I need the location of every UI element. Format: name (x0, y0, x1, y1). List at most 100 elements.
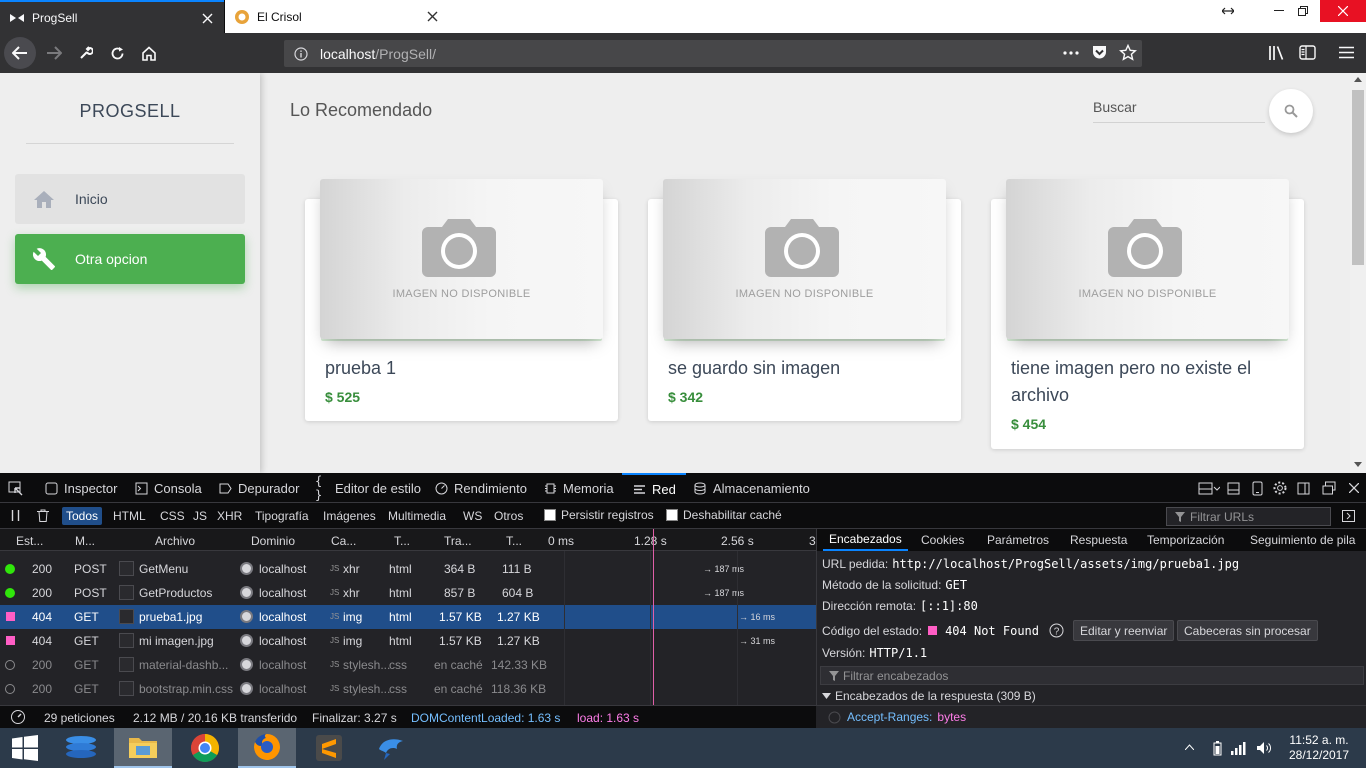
pocket-icon[interactable] (1091, 44, 1108, 61)
product-name[interactable]: tiene imagen pero no existe el archivo (1011, 355, 1291, 409)
volume-icon[interactable] (1257, 741, 1273, 755)
toggle-details-icon[interactable] (1342, 510, 1355, 522)
back-button[interactable] (4, 37, 36, 69)
filter-multimedia[interactable]: Multimedia (384, 507, 450, 525)
filter-todos[interactable]: Todos (62, 507, 103, 525)
response-headers-section[interactable]: Encabezados de la respuesta (309 B) (822, 689, 1036, 703)
column-status[interactable]: Est... (16, 534, 43, 548)
settings-gear-icon[interactable] (1273, 481, 1287, 495)
product-card[interactable]: IMAGEN NO DISPONIBLE se guardo sin image… (648, 179, 961, 421)
taskview-icon[interactable] (52, 728, 110, 768)
checkbox-box[interactable] (666, 509, 678, 521)
battery-icon[interactable] (1213, 741, 1222, 756)
column-file[interactable]: Archivo (155, 534, 195, 548)
firefox-icon[interactable] (238, 728, 296, 768)
home-icon[interactable] (133, 37, 165, 69)
help-icon[interactable]: ? (1049, 623, 1064, 638)
scrollbar-thumb[interactable] (1352, 90, 1364, 265)
product-name[interactable]: se guardo sin imagen (668, 355, 948, 382)
checkbox-box[interactable] (544, 509, 556, 521)
responsive-design-icon[interactable] (1252, 481, 1263, 496)
filter-css[interactable]: CSS (156, 507, 189, 525)
filter-imagenes[interactable]: Imágenes (319, 507, 380, 525)
page-actions-icon[interactable] (1062, 45, 1080, 61)
product-name[interactable]: prueba 1 (325, 355, 605, 382)
search-input[interactable]: Buscar (1093, 95, 1265, 123)
filter-tipografia[interactable]: Tipografía (251, 507, 313, 525)
app-icon[interactable] (362, 728, 420, 768)
library-icon[interactable] (1268, 45, 1285, 61)
chrome-icon[interactable] (176, 728, 234, 768)
raw-headers-button[interactable]: Cabeceras sin procesar (1177, 620, 1318, 641)
tab-encabezados[interactable]: Encabezados (823, 529, 908, 551)
site-info-icon[interactable] (294, 46, 308, 61)
tab-memoria[interactable]: Memoria (543, 473, 614, 503)
column-cause[interactable]: Ca... (331, 534, 356, 548)
tab-editor-de-estilo[interactable]: { } Editor de estilo (315, 473, 421, 503)
split-console-icon[interactable] (1227, 482, 1240, 495)
tab-consola[interactable]: Consola (134, 473, 202, 503)
browser-tab-el-crisol[interactable]: El Crisol (225, 0, 449, 33)
chevron-up-icon[interactable] (1185, 744, 1194, 750)
product-card[interactable]: IMAGEN NO DISPONIBLE tiene imagen pero n… (991, 179, 1304, 449)
tab-rendimiento[interactable]: Rendimiento (434, 473, 527, 503)
close-tab-icon[interactable] (425, 9, 439, 23)
menu-icon[interactable] (1339, 46, 1354, 59)
trash-icon[interactable] (37, 509, 49, 522)
scroll-up-icon[interactable] (1354, 77, 1362, 82)
bookmark-star-icon[interactable] (1119, 44, 1137, 61)
tab-respuesta[interactable]: Respuesta (1070, 529, 1127, 551)
sidebar-item-otra-opcion[interactable]: Otra opcion (15, 234, 245, 284)
filter-xhr[interactable]: XHR (213, 507, 246, 525)
start-button[interactable] (0, 728, 50, 768)
separate-window-icon[interactable] (1322, 481, 1336, 495)
filter-headers-input[interactable]: Filtrar encabezados (820, 666, 1364, 685)
system-clock[interactable]: 11:52 a. m. 28/12/2017 (1285, 733, 1353, 763)
request-row[interactable]: 404 GET mi imagen.jpg localhost JS img html 1.5… (0, 629, 816, 653)
resize-icon[interactable] (1205, 0, 1251, 22)
tab-red[interactable]: Red (622, 473, 686, 503)
column-size[interactable]: T... (506, 534, 522, 548)
request-row[interactable]: 404 GET prueba1.jpg localhost JS img html 1.57 … (0, 605, 816, 629)
brand-logo-text[interactable]: PROGSELL (0, 101, 260, 122)
tab-temporizacion[interactable]: Temporización (1147, 529, 1224, 551)
request-row[interactable]: 200 GET bootstrap.min.css localhost JS styles… (0, 677, 816, 701)
column-type[interactable]: T... (394, 534, 410, 548)
request-row[interactable]: 200 POST GetProductos localhost JS xhr html 857… (0, 581, 816, 605)
filter-otros[interactable]: Otros (490, 507, 527, 525)
reload-icon[interactable] (101, 37, 133, 69)
filter-js[interactable]: JS (189, 507, 211, 525)
dock-side-icon[interactable] (1297, 482, 1310, 495)
tab-parametros[interactable]: Parámetros (987, 529, 1049, 551)
sidebar-item-inicio[interactable]: Inicio (15, 174, 245, 224)
product-card[interactable]: IMAGEN NO DISPONIBLE prueba 1 $ 525 (305, 179, 618, 421)
pause-icon[interactable] (11, 510, 20, 521)
edit-resend-button[interactable]: Editar y reenviar (1073, 620, 1175, 641)
tab-almacenamiento[interactable]: Almacenamiento (693, 473, 810, 503)
scroll-down-icon[interactable] (1354, 462, 1362, 467)
element-picker-icon[interactable] (8, 481, 23, 496)
network-signal-icon[interactable] (1231, 741, 1247, 755)
url-bar[interactable]: localhost/ProgSell/ (284, 40, 1142, 67)
filter-urls-input[interactable]: Filtrar URLs (1166, 507, 1331, 526)
request-row[interactable]: 200 GET material-dashb... localhost JS styles… (0, 653, 816, 677)
sidebar-toggle-icon[interactable] (1299, 45, 1316, 60)
tab-inspector[interactable]: Inspector (44, 473, 117, 503)
file-explorer-icon[interactable] (114, 728, 172, 768)
column-method[interactable]: M... (75, 534, 95, 548)
close-devtools-icon[interactable] (1349, 483, 1359, 493)
wrench-icon[interactable] (70, 37, 102, 69)
filter-ws[interactable]: WS (459, 507, 486, 525)
close-window-button[interactable] (1320, 0, 1366, 22)
performance-analysis-icon[interactable] (10, 709, 26, 725)
tab-seguimiento-de-pila[interactable]: Seguimiento de pila (1250, 529, 1355, 551)
persist-logs-checkbox[interactable]: Persistir registros (544, 508, 654, 522)
tab-cookies[interactable]: Cookies (921, 529, 964, 551)
search-button[interactable] (1269, 89, 1313, 133)
disable-cache-checkbox[interactable]: Deshabilitar caché (666, 508, 782, 522)
column-domain[interactable]: Dominio (251, 534, 295, 548)
browser-tab-progsell[interactable]: ProgSell (0, 0, 224, 33)
tab-depurador[interactable]: Depurador (218, 473, 299, 503)
close-tab-icon[interactable] (200, 11, 214, 25)
forward-button[interactable] (38, 37, 70, 69)
